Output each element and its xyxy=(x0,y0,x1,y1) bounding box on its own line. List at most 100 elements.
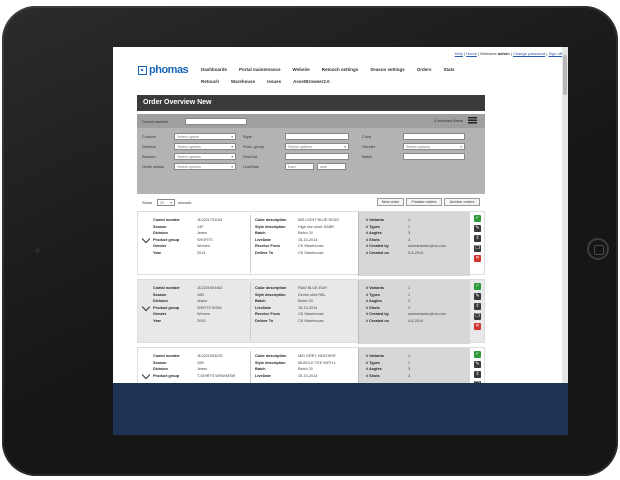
field-value: sonnantaden@ck.com xyxy=(408,244,446,249)
order-row[interactable]: Combi number JDJ201903025 Season 10B Divisio… xyxy=(137,347,485,388)
field-key: LiveDate xyxy=(255,373,271,378)
page-size-select[interactable]: 20 ▾ xyxy=(157,199,175,206)
season-select[interactable]: Select options ▾ xyxy=(174,153,236,160)
order-field: # Types 1 xyxy=(366,224,446,231)
field-value: MUSCLE TEE WITH L xyxy=(298,360,337,365)
order-row[interactable]: Combi number JDJ201731163 Season 14F Divisio… xyxy=(137,211,485,276)
order-field: Batch Batch 20 xyxy=(255,230,339,237)
field-value: JDJ201731163 xyxy=(197,218,223,222)
copy-icon[interactable]: ❐ xyxy=(474,245,481,252)
nav-issues[interactable]: Issues xyxy=(267,79,281,84)
batch-input[interactable] xyxy=(403,153,465,160)
field-key: # Angles xyxy=(366,231,382,236)
field-value: 1 xyxy=(408,354,411,358)
camera xyxy=(35,248,40,253)
combi-number-label: Combi number xyxy=(142,119,169,124)
order-right-column: # Variants 1 # Types 1 # Angles 3 # Shots 3 xyxy=(366,353,410,379)
change-password-link[interactable]: Change password xyxy=(513,51,545,56)
check-icon[interactable]: ✓ xyxy=(474,351,481,358)
chevron-down-icon: ▾ xyxy=(231,155,233,159)
list-view-icon[interactable] xyxy=(468,117,477,124)
nav-stats[interactable]: Stats xyxy=(444,67,455,72)
finalize-orders-button[interactable]: Finalize orders xyxy=(406,198,442,206)
division-select[interactable]: Select options ▾ xyxy=(174,143,236,150)
nav-portal-maintenance[interactable]: Portal maintenance xyxy=(239,67,281,72)
order-field: # Shots 3 xyxy=(366,237,446,244)
archive-orders-button[interactable]: Archive orders xyxy=(444,198,480,206)
shot-list-label: Shot list xyxy=(243,154,258,159)
nav-website[interactable]: Website xyxy=(293,67,310,72)
upload-icon[interactable]: ⇪ xyxy=(474,371,481,378)
field-value: 3 xyxy=(408,231,411,236)
field-value: Jeans xyxy=(197,367,208,372)
edit-icon[interactable]: ✎ xyxy=(474,293,481,300)
order-row[interactable]: Combi number JDJ201904462 Season 10B Divisio… xyxy=(137,279,485,344)
field-key: Gender xyxy=(153,312,167,317)
combi-number-input[interactable] xyxy=(185,118,247,125)
logo[interactable]: phomas xyxy=(138,64,189,76)
order-status-select[interactable]: Select options ▾ xyxy=(174,163,236,170)
order-field: Deliver To CK Warehouse xyxy=(255,250,339,257)
field-key: Season xyxy=(153,224,167,229)
home-button[interactable] xyxy=(587,238,609,260)
chevron-down-icon[interactable] xyxy=(141,234,151,244)
page-scrollbar[interactable] xyxy=(562,47,568,383)
field-key: Gender xyxy=(153,244,167,249)
home-link[interactable]: Home xyxy=(466,51,477,56)
field-value: 3 xyxy=(408,299,411,304)
table-toolbar: Show 20 ▾ records New order Finalize orde… xyxy=(137,197,485,209)
order-field: # Shots 3 xyxy=(366,305,446,312)
scrollbar-thumb[interactable] xyxy=(563,55,567,95)
field-value: 2015 xyxy=(197,318,206,323)
field-value: Jeans xyxy=(197,231,208,236)
shot-list-input[interactable] xyxy=(285,153,349,160)
edit-icon[interactable]: ✎ xyxy=(474,225,481,232)
order-field: Product group T-SHIRTS WSW/MSW xyxy=(153,373,235,380)
field-key: Receive From xyxy=(255,312,280,317)
edit-icon[interactable]: ✎ xyxy=(474,361,481,368)
selected-filters-count[interactable]: 5 selected filters xyxy=(434,118,463,123)
chevron-down-icon[interactable] xyxy=(141,370,151,380)
field-key: Batch xyxy=(255,367,266,372)
chevron-down-icon[interactable] xyxy=(141,302,151,312)
order-field: # Created by sonnantaden@ck.com xyxy=(366,311,446,318)
nav-asset-browser[interactable]: AssetBrowser2.0 xyxy=(293,79,330,84)
field-value: RAW BLUE-EUR xyxy=(298,286,327,290)
help-link[interactable]: Help xyxy=(455,51,463,56)
check-icon[interactable]: ✓ xyxy=(474,283,481,290)
nav-retouch-settings[interactable]: Retouch settings xyxy=(322,67,359,72)
upload-icon[interactable]: ⇪ xyxy=(474,235,481,242)
order-field: Division Jeans xyxy=(153,230,222,237)
order-field: Gender Women xyxy=(153,311,223,318)
delete-icon[interactable]: ✕ xyxy=(474,323,481,330)
nav-season-settings[interactable]: Season settings xyxy=(370,67,405,72)
order-field: Year 2015 xyxy=(153,318,223,325)
order-field: # Created by sonnantaden@ck.com xyxy=(366,243,446,250)
live-date-until-input[interactable]: until xyxy=(317,163,346,170)
new-order-button[interactable]: New order xyxy=(377,198,404,206)
field-value: JDJ201903025 xyxy=(197,354,223,358)
nav-warehouse[interactable]: Warehouse xyxy=(231,79,255,84)
order-field: Receive From CK Warehouse xyxy=(255,311,327,318)
nav-dashboards[interactable]: Dashboards xyxy=(201,67,227,72)
upload-icon[interactable]: ⇪ xyxy=(474,303,481,310)
style-input[interactable] xyxy=(285,133,349,140)
copy-icon[interactable]: ❐ xyxy=(474,313,481,320)
check-icon[interactable]: ✓ xyxy=(474,215,481,222)
live-date-from-input[interactable]: from xyxy=(285,163,314,170)
show-label: Show xyxy=(142,200,153,205)
custom-label: Custom xyxy=(142,134,156,139)
order-field: Year 2014 xyxy=(153,250,222,257)
order-field: Color description RAW BLUE-EUR xyxy=(255,285,327,292)
delete-icon[interactable]: ✕ xyxy=(474,255,481,262)
prod-group-select[interactable]: Select options ▾ xyxy=(285,143,349,150)
nav-retouch[interactable]: Retouch xyxy=(201,79,219,84)
sign-off-link[interactable]: Sign off xyxy=(549,51,563,56)
sub-nav: Retouch Warehouse Issues AssetBrowser2.0 xyxy=(201,79,330,84)
color-input[interactable] xyxy=(403,133,465,140)
gender-select[interactable]: Select options ▾ xyxy=(403,143,465,150)
order-field: # Variants 1 xyxy=(366,217,446,224)
nav-orders[interactable]: Orders xyxy=(417,67,432,72)
custom-select[interactable]: Select option ▾ xyxy=(174,133,236,140)
order-middle-column: Color description 505 LIGHT BLUE RIGID Sty… xyxy=(255,217,339,257)
